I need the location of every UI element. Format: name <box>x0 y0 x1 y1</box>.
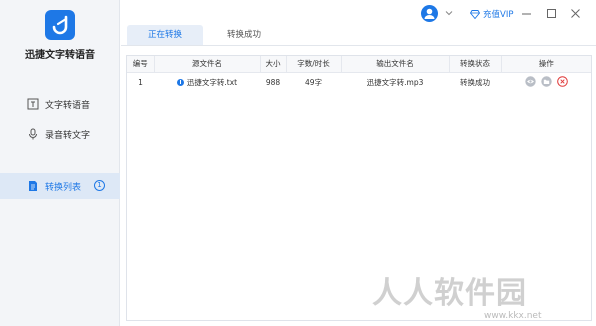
source-file-name: 迅捷文字转.txt <box>186 77 238 87</box>
tab-divider <box>121 45 596 46</box>
chevron-down-icon[interactable] <box>445 9 453 17</box>
word-count: 49字 <box>304 77 323 87</box>
close-icon[interactable] <box>570 8 581 19</box>
watermark-url: www.kkx.net <box>484 311 542 321</box>
count-badge: 1 <box>94 180 105 191</box>
minimize-icon[interactable] <box>521 8 532 19</box>
sidebar-item-label: 文字转语音 <box>45 101 91 111</box>
maximize-icon[interactable] <box>546 8 557 19</box>
watermark: 人人软件园 <box>372 276 527 311</box>
sidebar-item-text-to-speech[interactable]: 文字转语音 <box>0 91 120 117</box>
vip-label: 充值VIP <box>483 10 514 20</box>
column-header: 字数/时长 <box>286 56 342 73</box>
info-icon <box>176 78 184 86</box>
user-avatar-icon[interactable] <box>421 5 438 22</box>
table-header-row: 编号 源文件名 大小 字数/时长 输出文件名 转换状态 操作 <box>127 56 591 73</box>
file-list-icon <box>27 180 39 192</box>
sidebar-item-label: 录音转文字 <box>45 131 91 141</box>
file-size: 988 <box>265 77 281 87</box>
tab-converting[interactable]: 正在转换 <box>127 25 203 45</box>
column-header: 输出文件名 <box>341 56 450 73</box>
microphone-icon <box>27 128 39 140</box>
app-name: 迅捷文字转语音 <box>25 50 95 61</box>
tab-converted[interactable]: 转换成功 <box>208 25 280 45</box>
column-header: 大小 <box>260 56 287 73</box>
column-header: 转换状态 <box>449 56 502 73</box>
row-index: 1 <box>138 77 143 87</box>
conversion-status: 转换成功 <box>460 77 490 87</box>
row-actions <box>501 72 591 92</box>
delete-icon[interactable] <box>556 75 568 87</box>
column-header: 编号 <box>127 56 155 73</box>
source-file-cell: 迅捷文字转.txt <box>154 72 260 92</box>
sidebar-item-speech-to-text[interactable]: 录音转文字 <box>0 121 120 147</box>
folder-icon[interactable] <box>540 76 552 87</box>
sidebar-item-conversion-list[interactable]: 转换列表 1 <box>0 173 120 199</box>
column-header: 操作 <box>501 56 591 73</box>
output-file-name: 迅捷文字转.mp3 <box>366 77 424 87</box>
diamond-icon <box>470 9 480 19</box>
text-document-icon <box>27 98 39 110</box>
recharge-vip-button[interactable]: 充值VIP <box>470 8 513 20</box>
app-logo-icon <box>45 10 75 40</box>
eye-icon[interactable] <box>524 76 536 87</box>
sidebar: 迅捷文字转语音 文字转语音 录音转文字 转换列表 1 <box>0 0 120 326</box>
column-header: 源文件名 <box>154 56 261 73</box>
table-row[interactable]: 1 迅捷文字转.txt 988 49字 迅捷文字转.mp3 转换成功 <box>127 72 591 92</box>
sidebar-item-label: 转换列表 <box>45 183 82 193</box>
